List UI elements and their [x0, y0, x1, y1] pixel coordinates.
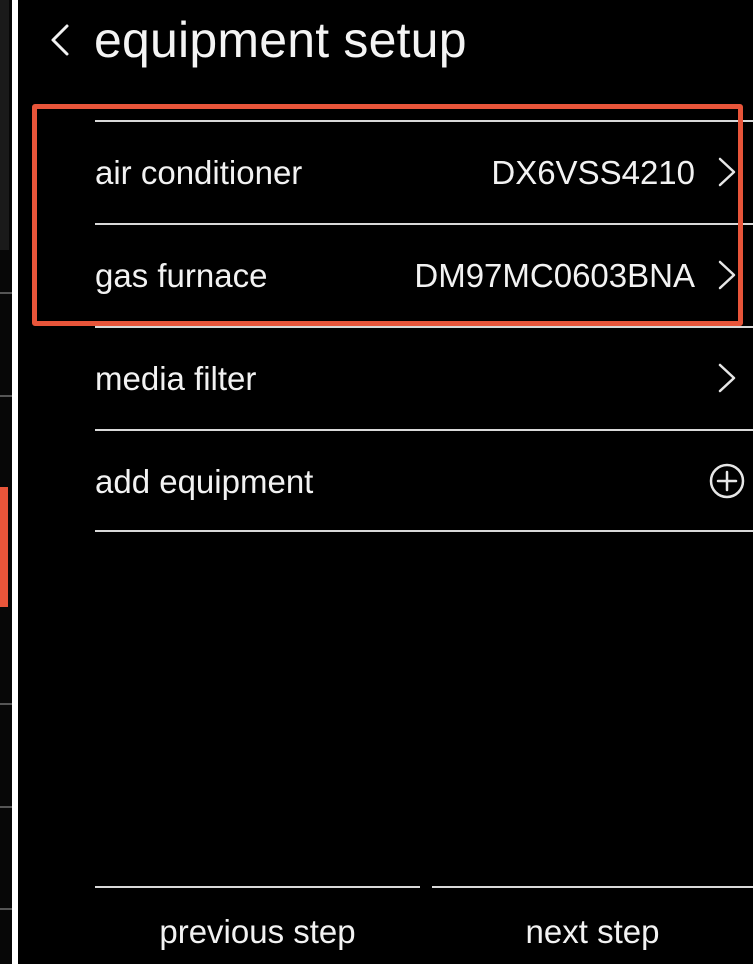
equipment-list: air conditioner DX6VSS4210 gas furnace D…	[95, 120, 753, 532]
adjacent-divider	[0, 908, 12, 910]
adjacent-highlight-marker	[0, 487, 8, 607]
chevron-right-icon	[709, 154, 745, 190]
equipment-row-air-conditioner[interactable]: air conditioner DX6VSS4210	[95, 120, 753, 223]
row-label: media filter	[95, 360, 257, 397]
chevron-left-icon	[49, 23, 71, 57]
row-label: air conditioner	[95, 154, 303, 191]
adjacent-screen-edge	[0, 0, 12, 964]
row-label: add equipment	[95, 463, 314, 500]
back-button[interactable]	[40, 18, 80, 62]
footer-navigation: previous step next step	[18, 886, 753, 964]
equipment-row-media-filter[interactable]: media filter	[95, 326, 753, 429]
header: equipment setup	[18, 0, 753, 84]
adjacent-divider	[0, 395, 12, 397]
plus-circle-icon[interactable]	[709, 463, 745, 499]
previous-step-label: previous step	[159, 913, 356, 950]
adjacent-divider	[0, 292, 12, 294]
equipment-row-gas-furnace[interactable]: gas furnace DM97MC0603BNA	[95, 223, 753, 326]
row-value: DX6VSS4210	[491, 154, 695, 191]
equipment-setup-screen: equipment setup air conditioner DX6VSS42…	[18, 0, 753, 964]
previous-step-button[interactable]: previous step	[95, 886, 420, 964]
chevron-right-icon	[709, 360, 745, 396]
page-title: equipment setup	[94, 12, 467, 68]
add-equipment-row[interactable]: add equipment	[95, 429, 753, 532]
adjacent-screen-block	[0, 0, 9, 250]
row-value: DM97MC0603BNA	[414, 257, 695, 294]
next-step-label: next step	[525, 913, 660, 950]
row-label: gas furnace	[95, 257, 268, 294]
chevron-right-icon	[709, 257, 745, 293]
next-step-button[interactable]: next step	[432, 886, 753, 964]
adjacent-divider	[0, 806, 12, 808]
adjacent-divider	[0, 703, 12, 705]
